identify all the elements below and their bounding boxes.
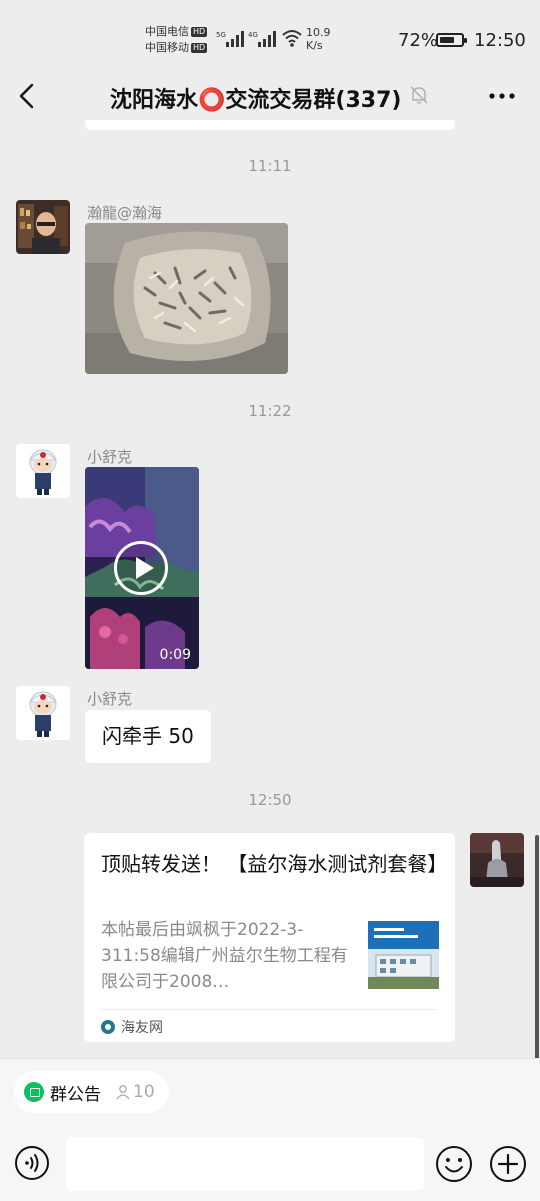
net-5g-label: 5G [216,31,226,39]
signal-4g-icon: 4G [248,31,276,47]
source-logo-icon [101,1020,115,1034]
coral-photo [85,223,288,374]
sender-name: 小舒克 [87,690,133,708]
play-icon[interactable] [114,541,168,595]
status-time: 12:50 [474,30,526,51]
input-area: 群公告 10 [0,1058,540,1201]
video-duration: 0:09 [159,647,191,663]
message-input[interactable] [66,1137,424,1191]
source-name: 海友网 [121,1020,163,1036]
text-message[interactable]: 闪牵手 50 [85,710,211,763]
status-bar: 中国电信 HD 中国移动 HD 5G 4G 10.9 K/s 72% 12:50 [0,0,540,72]
notice-label: 群公告 [50,1084,101,1105]
notice-icon [24,1082,44,1102]
timestamp: 12:50 [248,791,292,809]
battery-percent: 72% [398,30,439,51]
battery-icon [436,33,467,47]
my-avatar[interactable] [470,833,524,887]
avatar[interactable] [16,200,70,254]
chevron-left-icon[interactable] [12,80,44,112]
speed-value: 10.9 [306,26,331,39]
avatar-image [16,200,70,254]
my-avatar-image [470,833,524,887]
building-thumbnail [368,921,439,989]
image-message[interactable] [85,223,288,374]
link-source: 海友网 [101,1017,163,1037]
link-title: 顶贴转发送！ 【益尔海水测试剂套餐】 [101,852,448,876]
hd-badge: HD [191,43,208,53]
chat-title: 沈阳海水⭕交流交易群(337) [110,88,402,113]
carrier-1: 中国电信 [145,25,189,38]
hd-badge: HD [191,27,208,37]
net-4g-label: 4G [248,31,258,39]
scrollbar[interactable] [535,835,539,1060]
more-dots-icon[interactable] [484,82,520,110]
network-speed: 10.9 K/s [306,26,331,52]
wifi-icon [282,30,302,47]
emoji-icon[interactable] [435,1145,473,1183]
message-list[interactable]: 11:11 瀚龍@瀚海 11:22 小舒克 0:09 小舒克 闪牵手 50 12… [0,120,540,1058]
timestamp: 11:22 [248,402,292,420]
carrier-2: 中国移动 [145,41,189,54]
link-description: 本帖最后由飒枫于2022-3-311:58编辑广州益尔生物工程有限公司于2008… [101,920,348,992]
cartoon-pilot-avatar [16,686,70,740]
carrier-info: 中国电信 HD 中国移动 HD [145,24,208,56]
chat-header: 沈阳海水⭕交流交易群(337) [0,72,540,120]
person-icon [116,1085,130,1100]
avatar[interactable] [16,444,70,498]
bell-off-icon [410,86,428,104]
signal-5g-icon: 5G [216,31,244,47]
previous-message-bubble[interactable] [85,120,455,130]
sender-name: 瀚龍@瀚海 [87,204,163,222]
link-card-message[interactable]: 顶贴转发送！ 【益尔海水测试剂套餐】 本帖最后由飒枫于2022-3-311:58… [84,833,455,1042]
sender-name: 小舒克 [87,448,133,466]
notice-count-value: 10 [133,1082,155,1102]
notice-read-count: 10 [115,1082,155,1102]
speed-unit: K/s [306,39,323,52]
group-notice-button[interactable]: 群公告 10 [14,1071,169,1113]
avatar[interactable] [16,686,70,740]
voice-icon[interactable] [14,1145,50,1181]
plus-icon[interactable] [489,1145,527,1183]
divider [101,1009,438,1010]
link-thumbnail [368,921,439,989]
cartoon-pilot-avatar [16,444,70,498]
video-message[interactable]: 0:09 [85,467,199,669]
timestamp: 11:11 [248,157,292,175]
